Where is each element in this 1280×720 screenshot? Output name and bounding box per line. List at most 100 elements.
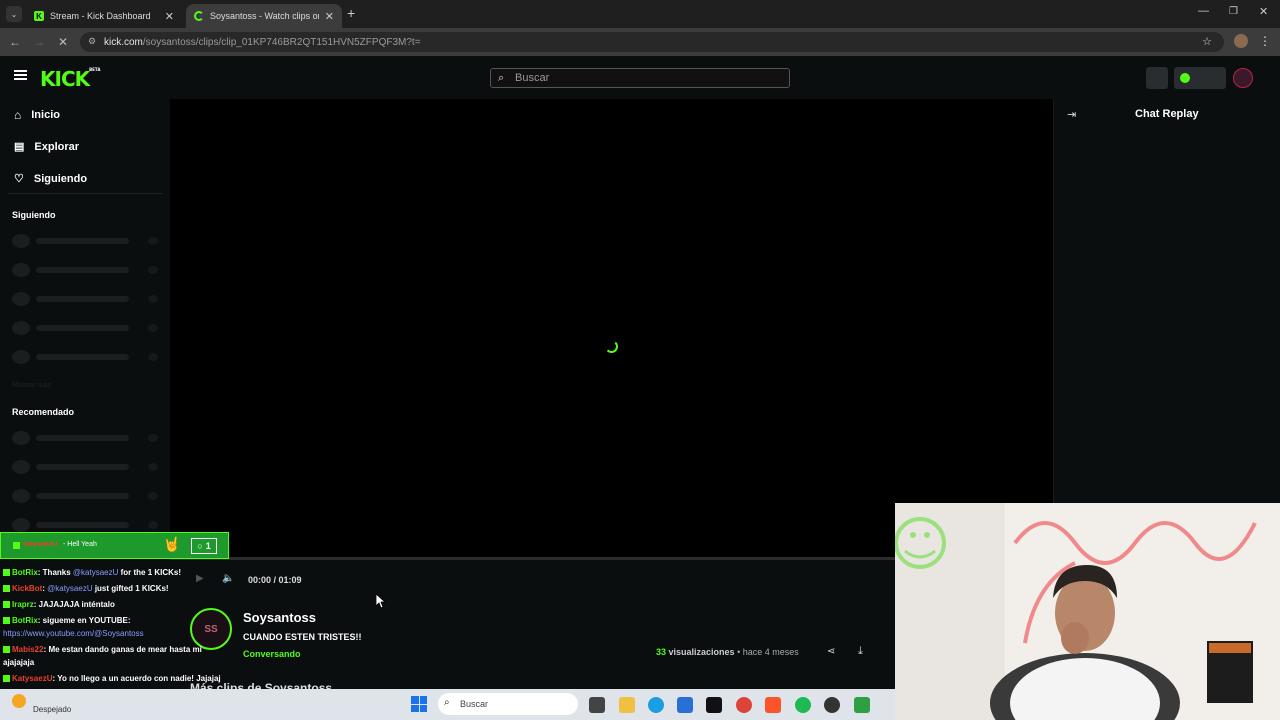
xbox-icon[interactable] — [854, 697, 870, 713]
url-path: /soysantoss/clips/clip_01KP746BR2QT151HV… — [142, 36, 421, 48]
yahoo-app-icon[interactable] — [706, 697, 722, 713]
back-arrow-icon[interactable]: ← — [5, 32, 25, 52]
chat-text: : Me estan dando ganas de mear hasta mi — [43, 645, 202, 654]
brave-browser-icon[interactable] — [765, 697, 781, 713]
spotify-icon[interactable] — [795, 697, 811, 713]
weather-text: Despejado — [33, 705, 72, 714]
channel-skeleton — [12, 489, 162, 503]
overlay-chat-message: BotRix: Thanks @katysaezU for the 1 KICK… — [3, 568, 181, 577]
channel-skeleton — [12, 431, 162, 445]
chat-badge-icon — [3, 646, 10, 654]
user-avatar[interactable] — [1233, 68, 1253, 88]
chat-text: : Thanks — [37, 568, 73, 577]
chat-username: BotRix — [12, 568, 38, 577]
alert-count: 1 — [205, 541, 211, 551]
kick-logo[interactable]: KICKBETA — [40, 67, 100, 91]
overlay-chat-message: https://www.youtube.com/@Soysantoss — [3, 629, 144, 638]
channel-skeleton — [12, 234, 162, 248]
collapse-chat-icon[interactable]: ⇥ — [1067, 108, 1076, 121]
windows-start-icon[interactable] — [411, 696, 427, 712]
close-window-icon[interactable]: ✕ — [1259, 5, 1268, 18]
tab-search-icon[interactable]: ⌄ — [6, 6, 22, 22]
chrome-icon[interactable] — [736, 697, 752, 713]
webcam-image — [895, 503, 1280, 720]
chat-text: : JAJAJAJA inténtalo — [33, 600, 115, 609]
url-host: kick.com — [104, 36, 143, 48]
chat-username: Mabis22 — [12, 645, 44, 654]
new-tab-plus-icon[interactable]: + — [347, 5, 355, 21]
site-info-icon[interactable]: ⚙ — [88, 36, 96, 47]
forward-arrow-icon[interactable]: → — [29, 32, 49, 52]
category-link[interactable]: Conversando — [243, 649, 301, 659]
alert-count-box: ○ 1 — [191, 538, 217, 554]
chat-text: : Yo no llego a un acuerdo con nadie! Ja… — [52, 674, 221, 683]
rock-hand-icon: 🤘 — [163, 536, 181, 552]
restore-window-icon[interactable]: ❐ — [1229, 6, 1238, 17]
loading-spinner-icon — [605, 340, 618, 353]
minimize-window-icon[interactable]: — — [1198, 5, 1209, 17]
recommended-heading: Recomendado — [12, 407, 75, 417]
beta-badge: BETA — [89, 67, 101, 72]
overlay-chat-message: Mabis22: Me estan dando ganas de mear ha… — [3, 645, 202, 654]
compass-icon: ▤ — [14, 141, 25, 153]
address-bar[interactable]: ⚙ kick.com/soysantoss/clips/clip_01KP746… — [80, 32, 1224, 52]
chat-badge-icon — [3, 601, 10, 609]
hamburger-menu-icon[interactable] — [14, 70, 27, 80]
tab-soysantoss-clips[interactable]: Soysantoss - Watch clips on Kic ✕ — [186, 4, 342, 28]
clip-age: • hace 4 meses — [737, 647, 799, 657]
alert-text: - Hell Yeah — [63, 541, 97, 548]
views-count: 33 — [656, 647, 667, 657]
sidebar-item-inicio[interactable]: ⌂ Inicio — [14, 108, 60, 122]
chat-username: Iraprz — [12, 600, 34, 609]
show-more-link[interactable]: Mostrar más — [12, 382, 51, 389]
video-time: 00:00 / 01:09 — [248, 575, 302, 585]
clip-meta: 33 visualizaciones • hace 4 meses — [656, 647, 799, 657]
task-view-icon[interactable] — [589, 697, 605, 713]
sidebar-item-explorar[interactable]: ▤ Explorar — [14, 140, 80, 154]
edge-browser-icon[interactable] — [648, 697, 664, 713]
channel-name[interactable]: Soysantoss — [243, 610, 316, 625]
webcam-feed — [895, 503, 1280, 720]
video-player[interactable] — [170, 99, 1053, 559]
home-icon: ⌂ — [14, 108, 22, 122]
weather-sun-icon[interactable] — [12, 694, 26, 708]
views-label: visualizaciones — [668, 647, 735, 657]
chat-mention: https://www.youtube.com/@Soysantoss — [3, 629, 144, 638]
chat-badge-icon — [3, 675, 10, 683]
video-progress-bar[interactable] — [170, 557, 895, 560]
mouse-cursor-icon — [376, 594, 386, 608]
kicks-alert: katysaezU - Hell Yeah 🤘 ○ 1 — [0, 532, 229, 559]
overlay-chat-message: Iraprz: JAJAJAJA inténtalo — [3, 600, 115, 609]
sidebar-item-label: Explorar — [34, 140, 80, 153]
obs-icon[interactable] — [824, 697, 840, 713]
download-icon[interactable]: ⤓ — [858, 645, 863, 658]
chat-replay-panel — [1053, 99, 1280, 503]
overlay-chat-message: KickBot: @katysaezU just gifted 1 KICKs! — [3, 584, 169, 593]
overlay-chat-message: BotRix: sigueme en YOUTUBE: — [3, 616, 131, 625]
following-heading: Siguiendo — [12, 210, 56, 220]
search-input[interactable]: ⌕ Buscar — [490, 68, 790, 88]
kick-badge-icon — [13, 542, 20, 549]
taskbar-search-placeholder: Buscar — [460, 699, 489, 709]
heart-icon: ♡ — [14, 173, 24, 185]
close-tab-icon[interactable]: ✕ — [165, 10, 174, 23]
header-action-button[interactable] — [1146, 67, 1168, 89]
chat-badge-icon — [3, 617, 10, 625]
chat-username: KickBot — [12, 584, 43, 593]
tab-kick-dashboard[interactable]: K Stream - Kick Dashboard ✕ — [26, 4, 182, 28]
close-tab-icon[interactable]: ✕ — [325, 10, 334, 23]
file-explorer-icon[interactable] — [619, 697, 635, 713]
bookmark-star-icon[interactable]: ☆ — [1202, 35, 1212, 48]
kick-coin-icon: ○ — [197, 541, 203, 551]
kicks-balance-button[interactable] — [1174, 67, 1226, 89]
profile-avatar[interactable] — [1234, 34, 1248, 48]
channel-skeleton — [12, 292, 162, 306]
taskbar-search-input[interactable]: ⌕ Buscar — [438, 693, 578, 715]
kick-coin-icon — [1180, 73, 1190, 83]
overlay-chat-message: KatysaezU: Yo no llego a un acuerdo con … — [3, 674, 221, 683]
store-icon[interactable] — [677, 697, 693, 713]
share-icon[interactable]: ⋖ — [827, 646, 835, 657]
browser-menu-icon[interactable]: ⋮ — [1259, 34, 1271, 48]
sidebar-item-siguiendo[interactable]: ♡ Siguiendo — [14, 172, 87, 186]
stop-loading-icon[interactable]: ✕ — [53, 32, 73, 52]
